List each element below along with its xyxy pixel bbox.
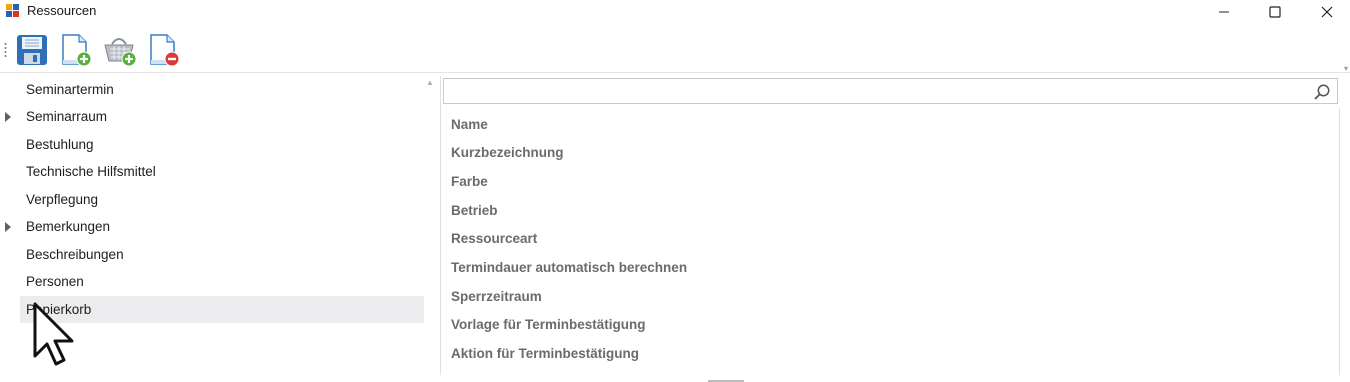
tree-item-label: Technische Hilfsmittel [26,164,156,179]
maximize-button[interactable] [1252,0,1298,24]
tree-item-technische-hilfsmittel[interactable]: Technische Hilfsmittel [20,158,424,185]
tree-item-label: Bemerkungen [26,219,111,234]
property-kurzbezeichnung[interactable]: Kurzbezeichnung [451,145,564,160]
property-sperrzeitraum[interactable]: Sperrzeitraum [451,289,542,304]
document-add-icon [62,34,92,67]
toolbar-overflow-icon[interactable]: ▾ [1344,64,1348,73]
minimize-icon [1219,11,1229,13]
delete-document-button[interactable] [146,32,182,68]
property-aktion-terminbestaetigung[interactable]: Aktion für Terminbestätigung [451,346,639,361]
tree-item-label: Verpflegung [26,192,99,207]
toolbar-grip-icon[interactable] [4,42,7,58]
add-basket-button[interactable] [102,32,138,68]
property-vorlage-terminbestaetigung[interactable]: Vorlage für Terminbestätigung [451,317,646,332]
search-input[interactable] [443,78,1338,104]
search-icon[interactable] [1313,83,1331,101]
property-termindauer[interactable]: Termindauer automatisch berechnen [451,260,687,275]
tree-item-seminartermin[interactable]: Seminartermin [20,76,424,103]
tree-item-label: Seminartermin [26,82,114,97]
tree-item-label: Personen [26,274,84,289]
app-logo-icon [6,4,19,17]
tree-item-seminarraum[interactable]: Seminarraum [5,103,424,130]
property-name[interactable]: Name [451,117,488,132]
property-grid: Name Kurzbezeichnung Farbe Betrieb Resso… [441,108,1340,382]
property-betrieb[interactable]: Betrieb [451,203,498,218]
title-bar: Ressourcen [0,0,1350,24]
new-document-button[interactable] [58,32,94,68]
tree-item-label: Seminarraum [26,109,108,124]
property-ressourceart[interactable]: Ressourceart [451,231,537,246]
tree-item-personen[interactable]: Personen [20,268,424,295]
floppy-disk-icon [17,35,47,65]
expand-arrow-icon[interactable] [5,222,11,232]
scroll-up-icon[interactable]: ▲ [426,78,434,87]
property-pane: Name Kurzbezeichnung Farbe Betrieb Resso… [441,76,1341,382]
maximize-icon [1269,6,1281,18]
minimize-button[interactable] [1201,0,1247,24]
window-title: Ressourcen [27,3,97,18]
tree-item-bemerkungen[interactable]: Bemerkungen [5,213,424,240]
tree-item-label: Bestuhlung [26,137,94,152]
tree-item-label: Beschreibungen [26,247,124,262]
expand-arrow-icon[interactable] [5,112,11,122]
close-icon [1321,6,1333,18]
tree-item-papierkorb[interactable]: Papierkorb [20,296,424,323]
property-farbe[interactable]: Farbe [451,174,488,189]
tree-item-verpflegung[interactable]: Verpflegung [20,186,424,213]
toolbar: ▾ [0,28,1350,73]
document-remove-icon [150,34,180,67]
save-button[interactable] [14,32,50,68]
mouse-cursor-icon [33,302,74,366]
basket-add-icon [104,38,137,67]
tree-item-bestuhlung[interactable]: Bestuhlung [20,131,424,158]
close-button[interactable] [1304,0,1350,24]
tree-item-beschreibungen[interactable]: Beschreibungen [20,241,424,268]
